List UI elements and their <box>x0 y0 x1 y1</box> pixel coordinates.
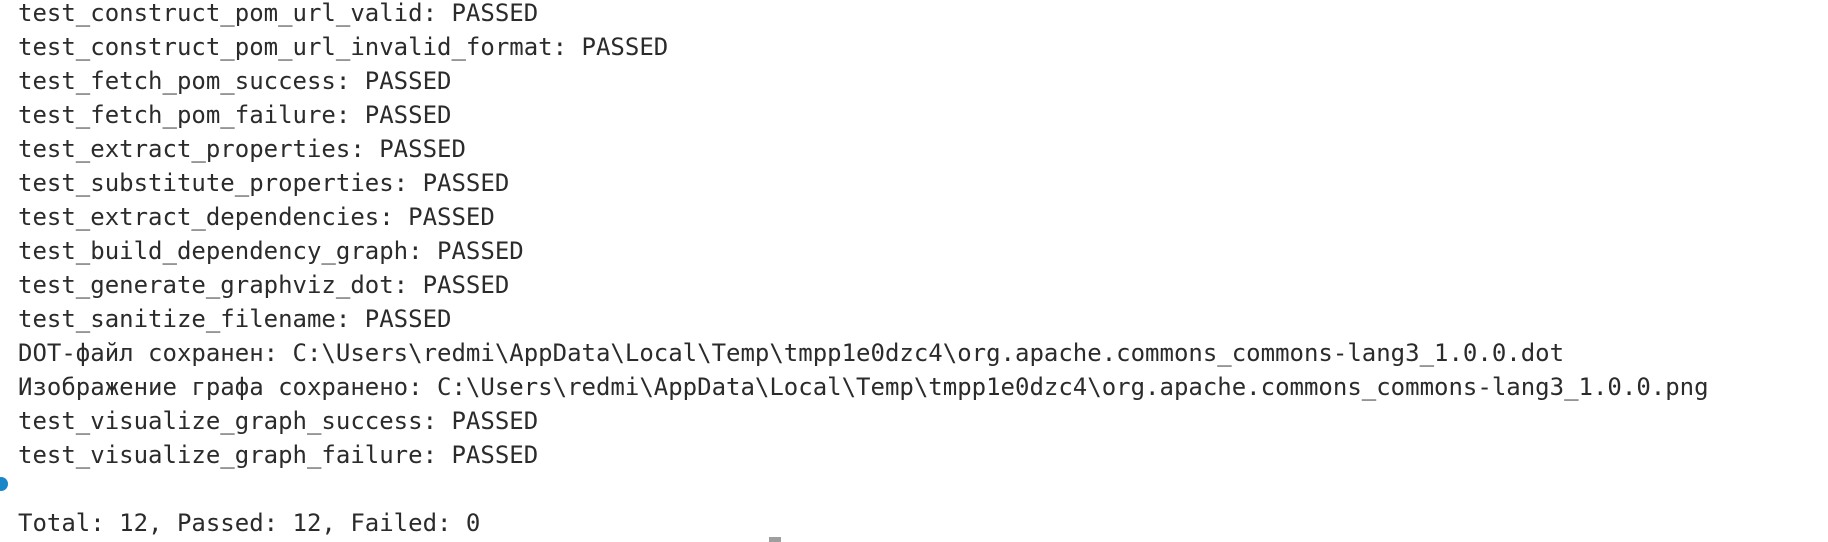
output-line: test_generate_graphviz_dot: PASSED <box>18 271 510 299</box>
output-line: test_sanitize_filename: PASSED <box>18 305 452 333</box>
output-line: test_construct_pom_url_invalid_format: P… <box>18 33 669 61</box>
output-line: test_build_dependency_graph: PASSED <box>18 237 524 265</box>
terminal-output[interactable]: test_construct_pom_url_valid: PASSED tes… <box>0 0 1828 542</box>
command-decoration-icon[interactable] <box>0 477 8 491</box>
output-line: test_visualize_graph_success: PASSED <box>18 407 539 435</box>
cursor-icon <box>769 537 781 542</box>
output-line: test_extract_dependencies: PASSED <box>18 203 495 231</box>
output-line: test_extract_properties: PASSED <box>18 135 466 163</box>
output-line: test_substitute_properties: PASSED <box>18 169 510 197</box>
output-line: test_visualize_graph_failure: PASSED <box>18 441 539 469</box>
output-line: test_construct_pom_url_valid: PASSED <box>18 0 539 27</box>
output-line: test_fetch_pom_success: PASSED <box>18 67 452 95</box>
summary-line: Total: 12, Passed: 12, Failed: 0 <box>18 509 481 537</box>
output-line: test_fetch_pom_failure: PASSED <box>18 101 452 129</box>
output-line: DOT-файл сохранен: C:\Users\redmi\AppDat… <box>18 339 1565 367</box>
output-line: Изображение графа сохранено: C:\Users\re… <box>18 373 1709 401</box>
